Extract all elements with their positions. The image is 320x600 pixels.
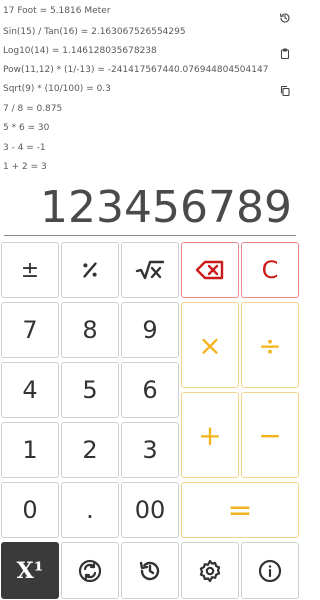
- key-4[interactable]: 4: [1, 362, 59, 418]
- history-panel: 17 Foot = 5.1816 Meter Sin(15) / Tan(16)…: [0, 0, 300, 180]
- convert-button[interactable]: [61, 542, 119, 599]
- convert-icon: [78, 559, 102, 583]
- key-1[interactable]: 1: [1, 422, 59, 478]
- display-value: 123456789: [40, 182, 292, 233]
- double-zero-button[interactable]: 00: [121, 482, 179, 538]
- subtract-button[interactable]: −: [241, 392, 299, 478]
- add-button[interactable]: +: [181, 392, 239, 478]
- percent-icon: [79, 259, 101, 281]
- equals-button[interactable]: =: [181, 482, 299, 538]
- backspace-icon: [195, 259, 225, 281]
- multiply-button[interactable]: ×: [181, 302, 239, 388]
- sqrt-x-button[interactable]: [121, 242, 179, 298]
- power-button[interactable]: X¹: [1, 542, 59, 599]
- key-2[interactable]: 2: [61, 422, 119, 478]
- history-line[interactable]: Sin(15) / Tan(16) = 2.163067526554295: [3, 27, 186, 37]
- key-6[interactable]: 6: [121, 362, 179, 418]
- history-icon[interactable]: [276, 9, 294, 27]
- key-0[interactable]: 0: [1, 482, 59, 538]
- percent-button[interactable]: [61, 242, 119, 298]
- clear-button[interactable]: C: [241, 242, 299, 298]
- history-line[interactable]: 17 Foot = 5.1816 Meter: [3, 6, 110, 16]
- history-button[interactable]: [121, 542, 179, 599]
- history-line[interactable]: 1 + 2 = 3: [3, 162, 47, 172]
- plus-minus-button[interactable]: ±: [1, 242, 59, 298]
- history-line[interactable]: Log10(14) = 1.146128035678238: [3, 46, 157, 56]
- key-3[interactable]: 3: [121, 422, 179, 478]
- decimal-button[interactable]: .: [61, 482, 119, 538]
- sqrt-x-icon: [135, 259, 165, 281]
- copy-icon[interactable]: [276, 82, 294, 100]
- info-button[interactable]: [241, 542, 299, 599]
- display: 123456789: [0, 184, 300, 232]
- history-button-icon: [138, 559, 162, 583]
- key-8[interactable]: 8: [61, 302, 119, 358]
- info-icon: [258, 559, 282, 583]
- history-line[interactable]: 3 - 4 = -1: [3, 143, 46, 153]
- history-line[interactable]: Pow(11,12) * (1/-13) = -241417567440.076…: [3, 65, 268, 75]
- history-line[interactable]: 7 / 8 = 0.875: [3, 104, 62, 114]
- settings-button[interactable]: [181, 542, 239, 599]
- divide-button[interactable]: ÷: [241, 302, 299, 388]
- backspace-button[interactable]: [181, 242, 239, 298]
- settings-icon: [198, 559, 222, 583]
- key-7[interactable]: 7: [1, 302, 59, 358]
- history-line[interactable]: Sqrt(9) * (10/100) = 0.3: [3, 84, 111, 94]
- display-underline: [4, 235, 296, 236]
- key-5[interactable]: 5: [61, 362, 119, 418]
- history-line[interactable]: 5 * 6 = 30: [3, 123, 49, 133]
- clipboard-icon[interactable]: [276, 45, 294, 63]
- key-9[interactable]: 9: [121, 302, 179, 358]
